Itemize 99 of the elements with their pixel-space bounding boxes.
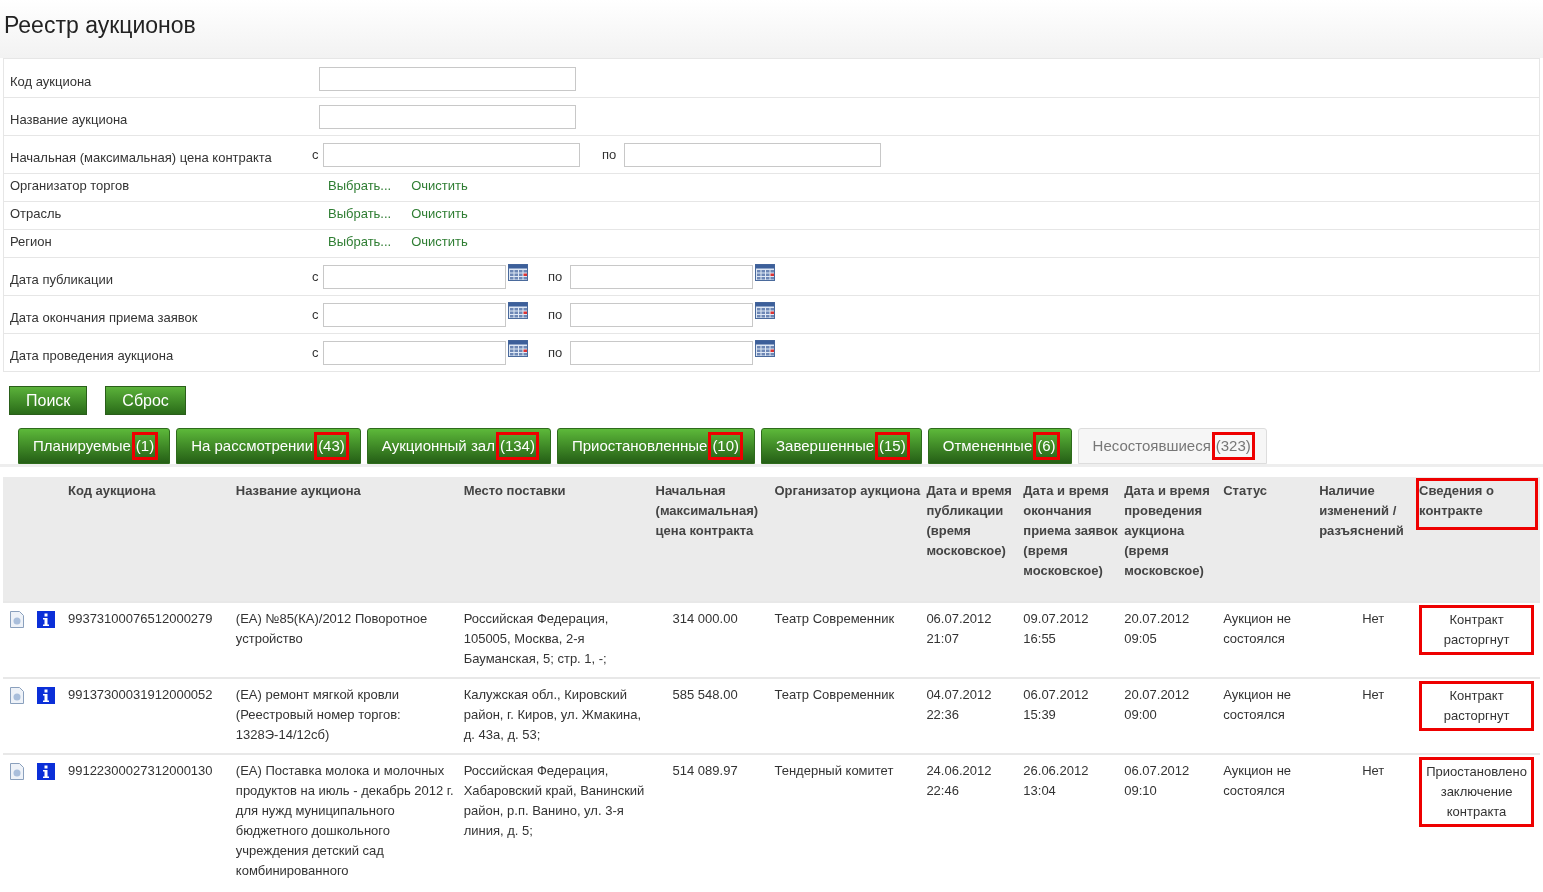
- table-cell-text: 04.07.2012 22:36: [926, 686, 993, 724]
- info-icon[interactable]: [37, 687, 55, 704]
- input-field[interactable]: [570, 341, 753, 365]
- select-link[interactable]: Выбрать...: [328, 175, 392, 195]
- page-title: Реестр аукционов: [4, 11, 197, 40]
- filter-label: Регион: [9, 232, 53, 251]
- table-cell-text: Театр Современник: [774, 610, 896, 628]
- table-cell-text: 06.07.2012 09:10: [1124, 762, 1191, 800]
- input-field[interactable]: [323, 265, 506, 289]
- table-cell-text: Российская Федерация, Хабаровский край, Ванинский район, р.п. Ванино, ул. 3-я линия, д. 5;: [463, 762, 646, 840]
- document-icon[interactable]: [9, 763, 25, 780]
- input-field[interactable]: [319, 105, 576, 129]
- table-cell-text: 99122300027312000130: [67, 762, 214, 780]
- clear-link[interactable]: Очистить: [411, 175, 468, 195]
- clear-link[interactable]: Очистить: [411, 203, 468, 223]
- from-label: с: [311, 268, 320, 287]
- action-button[interactable]: Сброс: [105, 386, 186, 415]
- to-label: по: [548, 306, 564, 325]
- tab[interactable]: Приостановленные (10): [556, 428, 756, 464]
- table-cell-text: 06.07.2012 15:39: [1023, 686, 1090, 724]
- from-label: с: [311, 306, 320, 325]
- filter-label: Отрасль: [9, 204, 63, 223]
- input-field[interactable]: [323, 341, 506, 365]
- table-cell-text: 09.07.2012 16:55: [1023, 610, 1090, 648]
- calendar-icon[interactable]: [508, 263, 528, 281]
- filter-label: Организатор торгов: [9, 176, 131, 195]
- table-cell-text: Театр Современник: [774, 686, 896, 704]
- column-header: Место поставки: [463, 482, 567, 500]
- calendar-icon[interactable]: [755, 339, 775, 357]
- table-cell-text: 20.07.2012 09:05: [1124, 610, 1191, 648]
- table-cell-text: 99137300031912000052: [67, 686, 214, 704]
- filter-label: Название аукциона: [9, 110, 129, 129]
- to-label: по: [548, 268, 564, 287]
- table-cell-text: Аукцион не состоялся: [1223, 686, 1293, 724]
- input-field[interactable]: [323, 143, 580, 167]
- tab[interactable]: Планируемые (1): [18, 428, 171, 464]
- info-icon[interactable]: [37, 611, 55, 628]
- document-icon[interactable]: [9, 687, 25, 704]
- from-label: с: [311, 146, 320, 165]
- table-cell-text: Аукцион не состоялся: [1223, 762, 1293, 800]
- table-cell-text: Калужская обл., Кировский район, г. Киров, ул. Жмакина, д. 43а, д. 53;: [463, 686, 642, 744]
- tab[interactable]: Завершенные (15): [761, 428, 922, 464]
- table-cell-text: 585 548.00: [672, 686, 739, 704]
- action-button[interactable]: Поиск: [9, 386, 88, 415]
- input-field[interactable]: [323, 303, 506, 327]
- input-field[interactable]: [570, 303, 753, 327]
- contract-status: Приостановлено заключение контракта: [1419, 757, 1534, 827]
- table-cell-text: 514 089.97: [672, 762, 739, 780]
- calendar-icon[interactable]: [508, 339, 528, 357]
- column-header: Начальная (максимальная) цена контракта: [655, 482, 760, 540]
- table-cell-text: Нет: [1362, 686, 1386, 704]
- contract-status: Контракт расторгнут: [1419, 681, 1534, 731]
- column-header: Наличие изменений / разъяснений: [1319, 482, 1405, 540]
- column-header: Сведения о контракте: [1416, 478, 1538, 530]
- contract-status: Контракт расторгнут: [1419, 605, 1534, 655]
- column-header: Название аукциона: [235, 482, 362, 500]
- table-cell-text: Аукцион не состоялся: [1223, 610, 1293, 648]
- column-header: Организатор аукциона: [774, 482, 922, 500]
- calendar-icon[interactable]: [508, 301, 528, 319]
- filter-label: Дата проведения аукциона: [9, 346, 175, 365]
- clear-link[interactable]: Очистить: [411, 231, 468, 251]
- input-field[interactable]: [624, 143, 881, 167]
- input-field[interactable]: [319, 67, 576, 91]
- table-cell-text: 314 000.00: [672, 610, 739, 628]
- calendar-icon[interactable]: [755, 263, 775, 281]
- table-cell-text: (ЕА) №85(КА)/2012 Поворотное устройство: [235, 610, 429, 648]
- table-cell-text: 26.06.2012 13:04: [1023, 762, 1090, 800]
- filter-label: Дата публикации: [9, 270, 114, 289]
- select-link[interactable]: Выбрать...: [328, 231, 392, 251]
- table-cell-text: 20.07.2012 09:00: [1124, 686, 1191, 724]
- table-cell-text: (ЕА) Поставка молока и молочных продуктов на июль - декабрь 2012 г. для нужд муниципального бюджетного дошкольного учреждения детский сад комбинированного: [235, 762, 455, 880]
- table-cell-text: Тендерный комитет: [774, 762, 895, 780]
- input-field[interactable]: [570, 265, 753, 289]
- table-cell-text: (ЕА) ремонт мягкой кровли (Реестровый номер торгов: 1328Э-14/12сб): [235, 686, 402, 744]
- filter-label: Начальная (максимальная) цена контракта: [9, 148, 273, 167]
- document-icon[interactable]: [9, 611, 25, 628]
- filter-label: Дата окончания приема заявок: [9, 308, 199, 327]
- filter-label: Код аукциона: [9, 72, 93, 91]
- tab[interactable]: Аукционный зал (134): [366, 428, 551, 464]
- from-label: с: [311, 344, 320, 363]
- column-header: Код аукциона: [67, 482, 157, 500]
- calendar-icon[interactable]: [755, 301, 775, 319]
- column-header: Статус: [1223, 482, 1268, 500]
- info-icon[interactable]: [37, 763, 55, 780]
- table-cell-text: 06.07.2012 21:07: [926, 610, 993, 648]
- tab[interactable]: Отмененные (6): [927, 428, 1072, 464]
- table-cell-text: Нет: [1362, 610, 1386, 628]
- tab[interactable]: Несостоявшиеся (323): [1077, 428, 1267, 464]
- select-link[interactable]: Выбрать...: [328, 203, 392, 223]
- tab[interactable]: На рассмотрении (43): [176, 428, 361, 464]
- column-header: Дата и время окончания приема заявок (время московское): [1023, 482, 1119, 580]
- to-label: по: [602, 146, 618, 165]
- table-cell-text: 24.06.2012 22:46: [926, 762, 993, 800]
- column-header: Дата и время проведения аукциона (время московское): [1124, 482, 1211, 580]
- table-cell-text: 99373100076512000279: [67, 610, 214, 628]
- table-cell-text: Нет: [1362, 762, 1386, 780]
- table-cell-text: Российская Федерация, 105005, Москва, 2-я Бауманская, 5; стр. 1, -;: [463, 610, 610, 668]
- column-header: Дата и время публикации (время московское): [926, 482, 1013, 560]
- to-label: по: [548, 344, 564, 363]
